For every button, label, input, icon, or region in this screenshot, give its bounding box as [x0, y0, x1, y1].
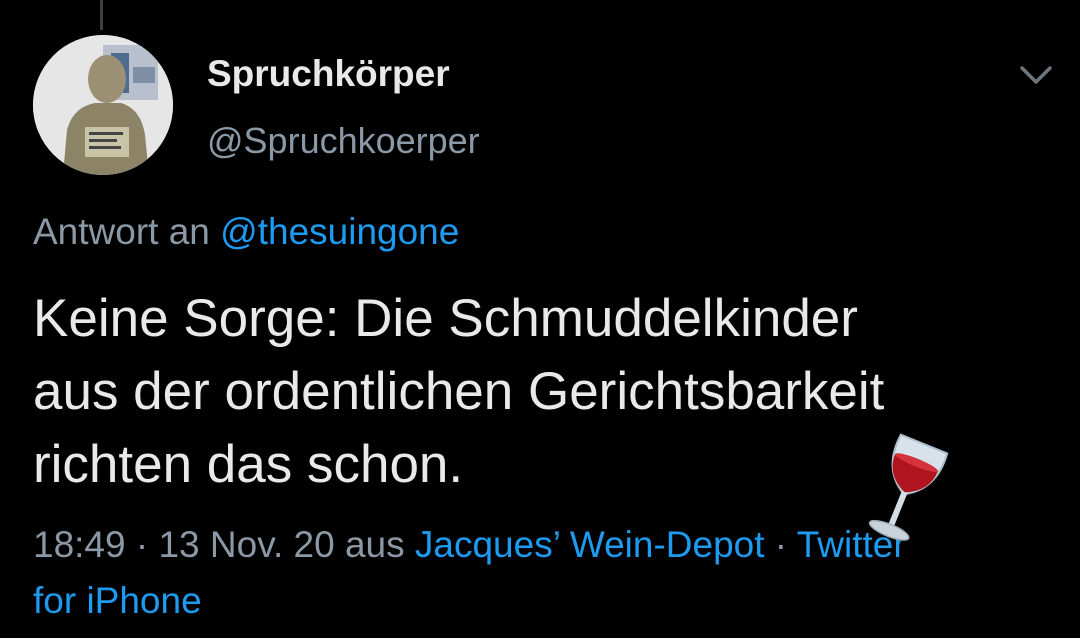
- tweet-text-line: Keine Sorge: Die Schmuddelkinder: [33, 289, 858, 348]
- tweet-text-line: richten das schon.: [33, 435, 464, 494]
- avatar[interactable]: [33, 35, 173, 175]
- avatar-image: [33, 35, 173, 175]
- separator: ·: [764, 524, 797, 565]
- wine-glass-icon: [852, 432, 957, 550]
- via-label: aus: [334, 524, 415, 565]
- thread-connector-line: [100, 0, 103, 30]
- tweet-time[interactable]: 18:49: [33, 524, 126, 565]
- reply-context: Antwort an @thesuingone: [33, 211, 459, 253]
- chevron-down-icon[interactable]: [1016, 58, 1056, 92]
- separator: ·: [125, 524, 159, 565]
- tweet-text-line: aus der ordentlichen Gerichtsbarkeit: [33, 362, 885, 421]
- source-link[interactable]: for iPhone: [33, 580, 202, 621]
- source-link[interactable]: Jacques’ Wein-Depot: [415, 524, 765, 565]
- author-handle[interactable]: @Spruchkoerper: [207, 120, 480, 162]
- author-display-name[interactable]: Spruchkörper: [207, 53, 450, 95]
- tweet-date[interactable]: 13 Nov. 20: [158, 524, 334, 565]
- reply-prefix: Antwort an: [33, 211, 210, 252]
- reply-mention-link[interactable]: @thesuingone: [220, 211, 459, 252]
